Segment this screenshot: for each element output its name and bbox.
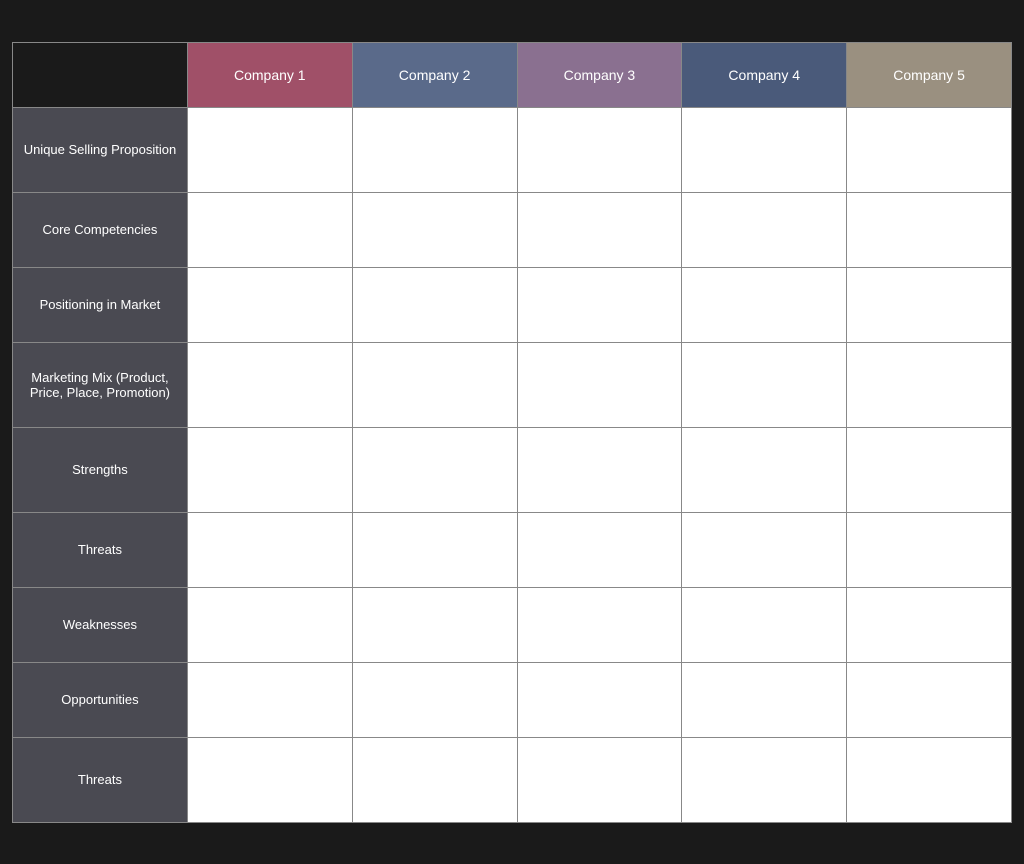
cell-strengths-company5[interactable] bbox=[847, 427, 1012, 512]
cell-threats2-company5[interactable] bbox=[847, 737, 1012, 822]
cell-usp-company1[interactable] bbox=[187, 107, 352, 192]
header-company1: Company 1 bbox=[187, 42, 352, 107]
header-company4: Company 4 bbox=[682, 42, 847, 107]
cell-usp-company2[interactable] bbox=[352, 107, 517, 192]
cell-positioning-company5[interactable] bbox=[847, 267, 1012, 342]
header-empty-cell bbox=[13, 42, 188, 107]
row-strengths: Strengths bbox=[13, 427, 1012, 512]
cell-opportunities-company5[interactable] bbox=[847, 662, 1012, 737]
cell-weaknesses-company1[interactable] bbox=[187, 587, 352, 662]
label-weaknesses: Weaknesses bbox=[13, 587, 188, 662]
cell-threats2-company4[interactable] bbox=[682, 737, 847, 822]
cell-strengths-company2[interactable] bbox=[352, 427, 517, 512]
cell-core-company4[interactable] bbox=[682, 192, 847, 267]
row-core: Core Competencies bbox=[13, 192, 1012, 267]
cell-marketing-company4[interactable] bbox=[682, 342, 847, 427]
cell-threats1-company4[interactable] bbox=[682, 512, 847, 587]
header-row: Company 1 Company 2 Company 3 Company 4 … bbox=[13, 42, 1012, 107]
cell-strengths-company1[interactable] bbox=[187, 427, 352, 512]
cell-threats2-company3[interactable] bbox=[517, 737, 682, 822]
label-core: Core Competencies bbox=[13, 192, 188, 267]
cell-weaknesses-company3[interactable] bbox=[517, 587, 682, 662]
label-usp: Unique Selling Proposition bbox=[13, 107, 188, 192]
cell-opportunities-company1[interactable] bbox=[187, 662, 352, 737]
cell-opportunities-company3[interactable] bbox=[517, 662, 682, 737]
cell-opportunities-company4[interactable] bbox=[682, 662, 847, 737]
cell-weaknesses-company5[interactable] bbox=[847, 587, 1012, 662]
row-marketing: Marketing Mix (Product, Price, Place, Pr… bbox=[13, 342, 1012, 427]
competitive-analysis-table: Company 1 Company 2 Company 3 Company 4 … bbox=[12, 42, 1012, 823]
label-threats1: Threats bbox=[13, 512, 188, 587]
cell-core-company3[interactable] bbox=[517, 192, 682, 267]
label-opportunities: Opportunities bbox=[13, 662, 188, 737]
row-weaknesses: Weaknesses bbox=[13, 587, 1012, 662]
label-strengths: Strengths bbox=[13, 427, 188, 512]
header-company5: Company 5 bbox=[847, 42, 1012, 107]
cell-positioning-company1[interactable] bbox=[187, 267, 352, 342]
cell-positioning-company2[interactable] bbox=[352, 267, 517, 342]
cell-weaknesses-company4[interactable] bbox=[682, 587, 847, 662]
cell-positioning-company4[interactable] bbox=[682, 267, 847, 342]
cell-marketing-company2[interactable] bbox=[352, 342, 517, 427]
cell-usp-company5[interactable] bbox=[847, 107, 1012, 192]
row-threats1: Threats bbox=[13, 512, 1012, 587]
cell-positioning-company3[interactable] bbox=[517, 267, 682, 342]
cell-weaknesses-company2[interactable] bbox=[352, 587, 517, 662]
cell-threats2-company1[interactable] bbox=[187, 737, 352, 822]
row-opportunities: Opportunities bbox=[13, 662, 1012, 737]
cell-core-company1[interactable] bbox=[187, 192, 352, 267]
label-threats2: Threats bbox=[13, 737, 188, 822]
row-usp: Unique Selling Proposition bbox=[13, 107, 1012, 192]
cell-marketing-company3[interactable] bbox=[517, 342, 682, 427]
cell-strengths-company4[interactable] bbox=[682, 427, 847, 512]
cell-usp-company4[interactable] bbox=[682, 107, 847, 192]
cell-threats1-company3[interactable] bbox=[517, 512, 682, 587]
cell-threats1-company2[interactable] bbox=[352, 512, 517, 587]
row-positioning: Positioning in Market bbox=[13, 267, 1012, 342]
cell-threats1-company5[interactable] bbox=[847, 512, 1012, 587]
header-company3: Company 3 bbox=[517, 42, 682, 107]
label-marketing: Marketing Mix (Product, Price, Place, Pr… bbox=[13, 342, 188, 427]
table-container: Company 1 Company 2 Company 3 Company 4 … bbox=[0, 0, 1024, 864]
row-threats2: Threats bbox=[13, 737, 1012, 822]
cell-strengths-company3[interactable] bbox=[517, 427, 682, 512]
cell-marketing-company5[interactable] bbox=[847, 342, 1012, 427]
header-company2: Company 2 bbox=[352, 42, 517, 107]
cell-opportunities-company2[interactable] bbox=[352, 662, 517, 737]
cell-core-company5[interactable] bbox=[847, 192, 1012, 267]
cell-threats2-company2[interactable] bbox=[352, 737, 517, 822]
cell-marketing-company1[interactable] bbox=[187, 342, 352, 427]
cell-usp-company3[interactable] bbox=[517, 107, 682, 192]
label-positioning: Positioning in Market bbox=[13, 267, 188, 342]
cell-threats1-company1[interactable] bbox=[187, 512, 352, 587]
cell-core-company2[interactable] bbox=[352, 192, 517, 267]
